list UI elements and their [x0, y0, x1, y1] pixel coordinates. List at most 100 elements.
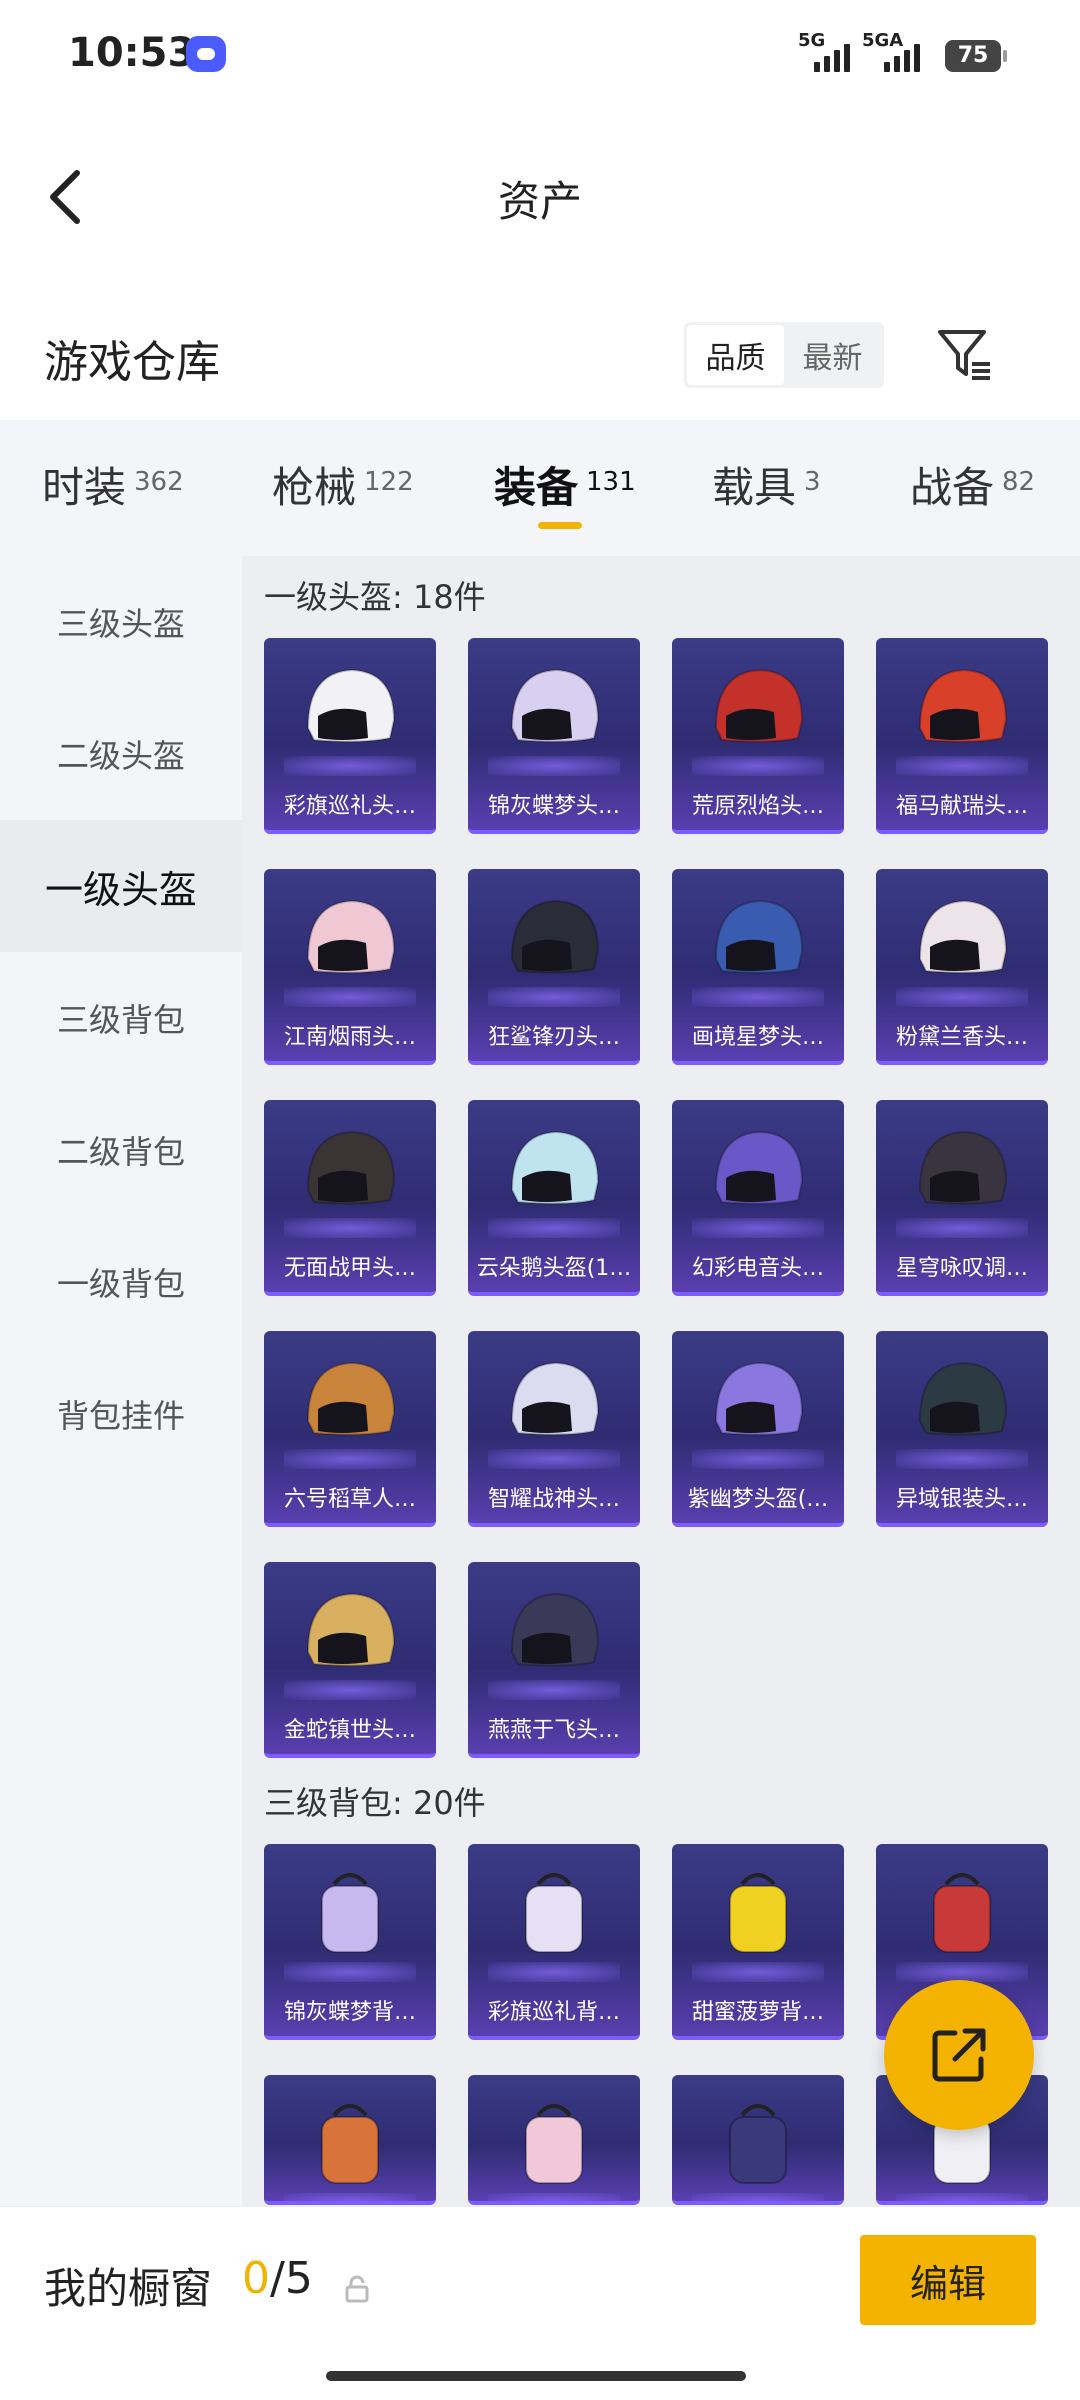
helmet-item-card[interactable]: 燕燕于飞头…	[468, 1562, 640, 1758]
sidebar-item-level2-helmet[interactable]: 二级头盔	[0, 688, 242, 820]
external-link-icon	[932, 2028, 986, 2082]
card-glow	[896, 1962, 1028, 1982]
tab-guns[interactable]: 枪械 122	[272, 454, 414, 515]
group-label-level3-backpack: 三级背包: 20件	[264, 1784, 486, 1822]
sidebar-item-backpack-pendant[interactable]: 背包挂件	[0, 1348, 242, 1480]
tab-label: 载具	[712, 463, 797, 512]
page-title: 资产	[497, 177, 582, 226]
backpack-item-card[interactable]	[672, 2075, 844, 2205]
card-glow	[692, 756, 824, 776]
card-glow	[692, 1449, 824, 1469]
item-name: 幻彩电音头…	[691, 1256, 824, 1281]
showcase-current: 0	[242, 2253, 270, 2304]
sort-newest-option[interactable]: 最新	[784, 325, 881, 385]
helmet-icon	[918, 668, 1008, 743]
tab-vehicles[interactable]: 载具 3	[712, 454, 821, 515]
helmet-item-card[interactable]: 粉黛兰香头…	[876, 869, 1048, 1065]
sort-quality-option[interactable]: 品质	[687, 325, 784, 385]
helmet-item-card[interactable]: 金蛇镇世头…	[264, 1562, 436, 1758]
filter-button[interactable]	[934, 324, 994, 384]
helmet-icon	[918, 1361, 1008, 1436]
sort-toggle[interactable]: 品质 最新	[684, 322, 884, 388]
sidebar-item-level2-backpack[interactable]: 二级背包	[0, 1084, 242, 1216]
helmet-icon	[714, 899, 804, 974]
helmet-icon	[306, 668, 396, 743]
backpack-item-card[interactable]: 锦灰蝶梦背…	[264, 1844, 436, 2040]
sidebar-item-level3-helmet[interactable]: 三级头盔	[0, 556, 242, 688]
item-name: 云朵鹅头盔(1…	[476, 1256, 632, 1281]
helmet-item-card[interactable]: 幻彩电音头…	[672, 1100, 844, 1296]
helmet-icon	[510, 668, 600, 743]
helmet-item-card[interactable]: 六号稻草人…	[264, 1331, 436, 1527]
card-glow	[896, 1218, 1028, 1238]
helmet-item-card[interactable]: 云朵鹅头盔(1…	[468, 1100, 640, 1296]
tab-label: 枪械	[272, 463, 357, 512]
tab-count: 3	[804, 467, 821, 497]
helmet-item-card[interactable]: 画境星梦头…	[672, 869, 844, 1065]
card-glow	[692, 1962, 824, 1982]
tab-count: 362	[134, 467, 184, 497]
item-name: 锦灰蝶梦头…	[487, 794, 620, 819]
helmet-icon	[510, 1361, 600, 1436]
helmet-item-card[interactable]: 狂鲨锋刃头…	[468, 869, 640, 1065]
card-glow	[692, 987, 824, 1007]
bottom-bar: 我的橱窗 0/5 编辑	[0, 2206, 1080, 2400]
item-name: 甜蜜菠萝背…	[691, 2000, 824, 2025]
item-name: 燕燕于飞头…	[487, 1718, 620, 1743]
tab-supplies[interactable]: 战备 82	[910, 454, 1035, 515]
signal-bars-icon-2	[884, 40, 920, 72]
backpack-icon	[321, 2104, 379, 2184]
card-glow	[488, 756, 620, 776]
helmet-icon	[714, 668, 804, 743]
showcase-total: /5	[270, 2253, 313, 2304]
helmet-item-card[interactable]: 江南烟雨头…	[264, 869, 436, 1065]
status-time: 10:53	[68, 30, 196, 76]
item-name: 彩旗巡礼背…	[487, 2000, 620, 2025]
helmet-item-card[interactable]: 彩旗巡礼头…	[264, 638, 436, 834]
sidebar-item-level1-backpack[interactable]: 一级背包	[0, 1216, 242, 1348]
sidebar-item-level3-backpack[interactable]: 三级背包	[0, 952, 242, 1084]
backpack-item-card[interactable]: 彩旗巡礼背…	[468, 1844, 640, 2040]
helmet-item-card[interactable]: 荒原烈焰头…	[672, 638, 844, 834]
tab-fashion[interactable]: 时装 362	[42, 454, 184, 515]
backpack-icon	[525, 1873, 583, 1953]
edit-button[interactable]: 编辑	[860, 2235, 1036, 2325]
tab-label: 时装	[42, 463, 127, 512]
helmet-icon	[510, 1592, 600, 1667]
helmet-item-card[interactable]: 智耀战神头…	[468, 1331, 640, 1527]
app-notification-icon	[186, 36, 226, 72]
backpack-item-card[interactable]: 甜蜜菠萝背…	[672, 1844, 844, 2040]
backpack-item-card[interactable]	[468, 2075, 640, 2205]
helmet-item-card[interactable]: 紫幽梦头盔(…	[672, 1331, 844, 1527]
item-name: 无面战甲头…	[283, 1256, 416, 1281]
backpack-item-card[interactable]	[264, 2075, 436, 2205]
helmet-item-card[interactable]: 无面战甲头…	[264, 1100, 436, 1296]
backpack-icon	[321, 1873, 379, 1953]
helmet-item-card[interactable]: 锦灰蝶梦头…	[468, 638, 640, 834]
showcase-label: 我的橱窗	[44, 2264, 213, 2313]
item-name: 异域银装头…	[895, 1487, 1028, 1512]
item-name: 粉黛兰香头…	[895, 1025, 1028, 1050]
tab-count: 131	[586, 467, 636, 497]
home-indicator[interactable]	[326, 2371, 746, 2381]
backpack-icon	[525, 2104, 583, 2184]
card-glow	[488, 1962, 620, 1982]
item-name: 荒原烈焰头…	[691, 794, 824, 819]
active-tab-indicator	[538, 522, 582, 529]
tab-equipment[interactable]: 装备 131	[494, 454, 636, 515]
tab-label: 装备	[494, 463, 579, 512]
helmet-icon	[918, 899, 1008, 974]
share-button[interactable]	[884, 1980, 1034, 2130]
card-glow	[896, 756, 1028, 776]
item-name: 彩旗巡礼头…	[283, 794, 416, 819]
helmet-item-card[interactable]: 福马献瑞头…	[876, 638, 1048, 834]
card-glow	[896, 987, 1028, 1007]
item-name: 画境星梦头…	[691, 1025, 824, 1050]
card-glow	[284, 987, 416, 1007]
helmet-item-card[interactable]: 异域银装头…	[876, 1331, 1048, 1527]
sidebar-item-level1-helmet[interactable]: 一级头盔	[0, 820, 242, 952]
item-name: 智耀战神头…	[487, 1487, 620, 1512]
item-name: 江南烟雨头…	[283, 1025, 416, 1050]
tab-count: 82	[1002, 467, 1036, 497]
helmet-item-card[interactable]: 星穹咏叹调…	[876, 1100, 1048, 1296]
